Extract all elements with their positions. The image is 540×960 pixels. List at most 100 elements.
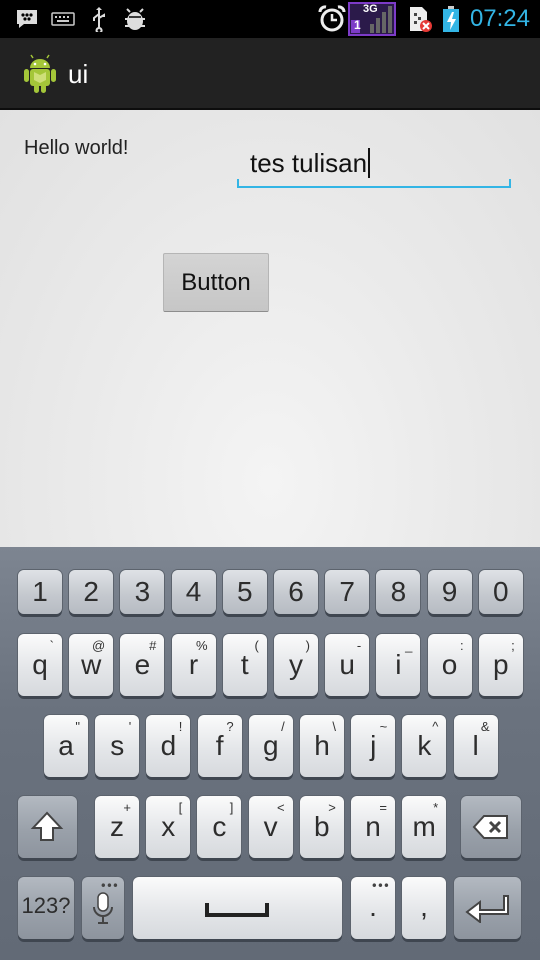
key-v[interactable]: < v — [248, 796, 293, 858]
key-c[interactable]: ] c — [197, 796, 242, 858]
microphone-icon — [91, 891, 115, 931]
key-label: c — [212, 811, 227, 842]
key-u[interactable]: -u — [325, 634, 370, 696]
key-1[interactable]: 1 — [18, 570, 62, 614]
key-label: k — [417, 730, 432, 761]
battery-charging-icon — [440, 5, 462, 33]
key-2[interactable]: 2 — [69, 570, 114, 614]
key-label: v — [263, 811, 278, 842]
key-m[interactable]: * m — [402, 796, 447, 858]
key-label: 9 — [441, 576, 458, 607]
key-z[interactable]: + z — [95, 796, 139, 858]
shift-key[interactable] — [18, 796, 77, 858]
key-label: , — [420, 891, 428, 922]
shift-icon — [30, 810, 64, 848]
key-label: 5 — [237, 576, 253, 607]
key-5[interactable]: 5 — [222, 570, 267, 614]
key-3[interactable]: 3 — [120, 570, 165, 614]
key-k[interactable]: ^ k — [402, 715, 447, 777]
text-input-value: tes tulisan — [250, 148, 368, 178]
key-label: l — [472, 730, 479, 761]
key-g[interactable]: / g — [248, 715, 293, 777]
key-i[interactable]: _ i — [376, 634, 421, 696]
hello-text: Hello world! — [24, 137, 129, 159]
status-time: 07:24 — [469, 5, 530, 32]
key-f[interactable]: ? f — [197, 715, 242, 777]
key-j[interactable]: ~ j — [351, 715, 396, 777]
key-e[interactable]: # e — [120, 634, 165, 696]
voice-input-key[interactable]: ••• — [82, 877, 124, 939]
key-label: h — [314, 730, 330, 761]
key-y[interactable]: ) y — [274, 634, 318, 696]
bbm-icon — [14, 5, 40, 33]
key-label: w — [81, 649, 102, 680]
key-w[interactable]: @ w — [69, 634, 114, 696]
app-title: ui — [68, 59, 89, 89]
key-label: 4 — [185, 576, 202, 607]
period-key[interactable]: •••. — [351, 877, 395, 939]
key-label: 0 — [493, 576, 509, 607]
space-key[interactable] — [133, 877, 342, 939]
key-label: q — [32, 649, 48, 680]
debug-icon — [120, 5, 150, 33]
key-label: o — [441, 649, 458, 680]
key-d[interactable]: ! d — [146, 715, 191, 777]
key-label: a — [58, 730, 74, 761]
symbols-key[interactable]: 123? — [18, 877, 74, 939]
key-label: b — [314, 811, 330, 842]
key-7[interactable]: 7 — [325, 570, 370, 614]
key-label: t — [240, 649, 249, 680]
key-label: z — [110, 811, 124, 842]
main-button[interactable]: Button — [163, 253, 269, 312]
key-p[interactable]: ; p — [478, 634, 523, 696]
comma-key[interactable]: , — [402, 877, 446, 939]
text-input[interactable]: tes tulisan — [237, 140, 511, 188]
key-o[interactable]: :o — [427, 634, 472, 696]
key-h[interactable]: \ h — [300, 715, 344, 777]
enter-key[interactable] — [454, 877, 521, 939]
key-label: e — [134, 649, 151, 680]
sim-error-icon — [406, 5, 434, 33]
key-label: 7 — [339, 576, 355, 607]
space-icon — [205, 901, 269, 923]
key-label: u — [339, 649, 355, 680]
key-label: r — [188, 649, 199, 680]
key-4[interactable]: 4 — [171, 570, 216, 614]
key-label: 6 — [288, 576, 304, 607]
key-label: x — [161, 811, 176, 842]
key-label: f — [215, 730, 224, 761]
key-label: m — [412, 811, 436, 842]
android-logo-icon[interactable] — [22, 54, 58, 94]
key-t[interactable]: (t — [222, 634, 267, 696]
status-bar: 3G 1 07:24 — [0, 0, 540, 38]
soft-keyboard: 1 2 3 4 5 6 7 8 9 0 ` q @ w # e% r(t) y - u _ i: o; p " a ' s! d? f / g… — [0, 547, 540, 960]
key-label: n — [365, 811, 381, 842]
network-type-label: 3G — [363, 3, 378, 15]
key-label: 2 — [83, 576, 99, 607]
key-label: 8 — [390, 576, 407, 607]
key-q[interactable]: ` q — [18, 634, 62, 696]
key-label: j — [370, 730, 377, 761]
key-label: 3 — [134, 576, 151, 607]
key-n[interactable]: = n — [351, 796, 395, 858]
key-label: i — [395, 649, 402, 680]
key-label: d — [160, 730, 177, 761]
key-8[interactable]: 8 — [376, 570, 421, 614]
key-0[interactable]: 0 — [478, 570, 523, 614]
key-b[interactable]: > b — [299, 796, 344, 858]
key-s[interactable]: ' s — [95, 715, 140, 777]
backspace-key[interactable] — [461, 796, 521, 858]
action-bar: ui — [0, 38, 540, 110]
key-l[interactable]: & l — [453, 715, 498, 777]
key-r[interactable]: % r — [171, 634, 216, 696]
key-label: s — [110, 730, 125, 761]
key-label: g — [263, 730, 279, 761]
usb-icon — [88, 5, 110, 33]
key-9[interactable]: 9 — [427, 570, 472, 614]
backspace-icon — [472, 814, 510, 844]
key-6[interactable]: 6 — [274, 570, 318, 614]
key-x[interactable]: [x — [146, 796, 191, 858]
key-label: y — [289, 649, 303, 680]
key-a[interactable]: " a — [44, 715, 88, 777]
text-cursor — [368, 148, 371, 178]
